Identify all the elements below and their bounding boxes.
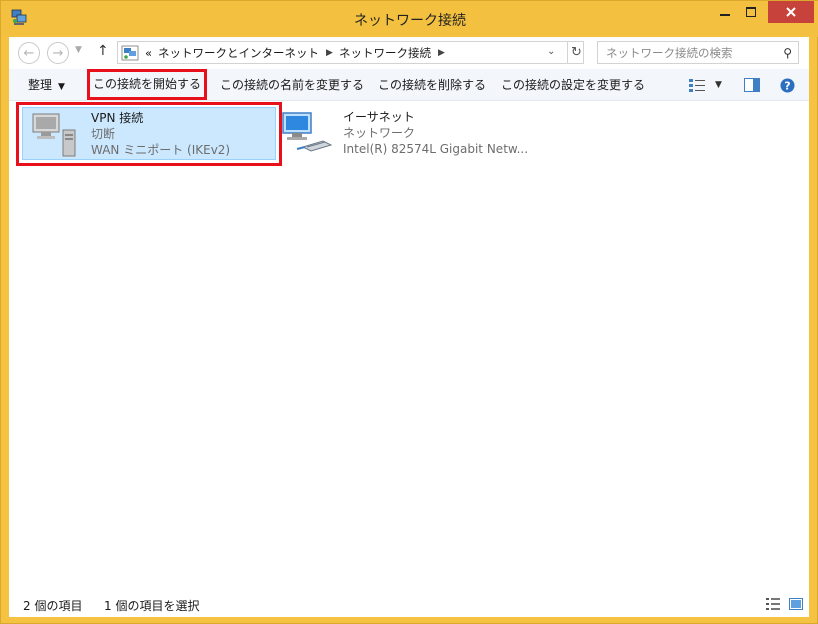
connection-status: 切断 [91,127,116,141]
back-button[interactable]: ← [18,42,40,64]
breadcrumb-network-internet[interactable]: ネットワークとインターネット [158,45,319,61]
help-icon: ? [780,78,795,92]
details-view-icon [766,598,780,610]
item-count: 2 個の項目 [23,599,83,613]
refresh-button[interactable]: ↻ [567,42,585,63]
up-arrow-icon: ↑ [97,43,109,59]
connection-device: WAN ミニポート (IKEv2) [91,143,231,157]
connection-tile-vpn[interactable]: VPN 接続 切断 WAN ミニポート (IKEv2) [22,107,276,160]
change-settings-label: この接続の設定を変更する [501,78,646,92]
up-button[interactable]: ↑ [97,43,109,59]
close-icon [786,7,796,17]
rename-connection-label: この接続の名前を変更する [220,78,365,92]
details-view-icon [689,79,705,92]
status-bar: 2 個の項目 1 個の項目を選択 [9,593,809,617]
chevron-down-icon: ▼ [75,45,82,55]
maximize-icon [746,7,756,17]
start-connection-label: この接続を開始する [93,77,202,91]
caret-down-icon: ▼ [715,80,722,90]
organize-label: 整理 [28,78,53,92]
caret-down-icon: ▼ [58,82,65,92]
command-bar: 整理 ▼ この接続を開始する この接続の名前を変更する この接続を削除する この接… [9,69,809,101]
address-history-dropdown[interactable]: ⌄ [547,46,555,57]
forward-button[interactable]: → [47,42,69,64]
chevron-down-icon: ⌄ [547,46,556,57]
large-icons-view-toggle[interactable] [789,598,803,613]
svg-text:?: ? [784,79,790,92]
large-icons-view-icon [789,598,803,610]
connection-status: ネットワーク [343,126,416,140]
connection-name: イーサネット [343,110,415,124]
preview-pane-icon [744,78,760,92]
selected-count: 1 個の項目を選択 [104,599,200,613]
change-view-button[interactable]: ▼ [689,76,722,94]
help-button[interactable]: ? [780,76,795,94]
delete-connection-label: この接続を削除する [378,78,487,92]
breadcrumb-chevron-icon[interactable]: ▶ [438,48,445,58]
minimize-button[interactable] [712,1,738,23]
start-connection-button[interactable]: この接続を開始する [87,69,208,100]
connection-name: VPN 接続 [91,111,144,125]
title-bar[interactable]: ネットワーク接続 [1,1,818,37]
change-settings-button[interactable]: この接続の設定を変更する [501,69,645,101]
details-view-toggle[interactable] [766,598,780,613]
forward-arrow-icon: → [52,45,64,61]
search-icon[interactable]: ⚲ [783,46,792,60]
address-row: ← → ▼ ↑ « ネットワークとインターネット ▶ ネットワーク接続 ▶ ⌄ … [9,37,809,69]
refresh-icon: ↻ [571,45,582,60]
recent-locations-dropdown[interactable]: ▼ [75,45,82,55]
rename-connection-button[interactable]: この接続の名前を変更する [220,69,364,101]
breadcrumb-network-connections[interactable]: ネットワーク接続 [339,45,431,61]
breadcrumb-chevron-icon[interactable]: ▶ [326,48,333,58]
delete-connection-button[interactable]: この接続を削除する [378,69,486,101]
preview-pane-button[interactable] [744,76,760,94]
connection-device: Intel(R) 82574L Gigabit Netw... [343,142,529,156]
connection-tile-ethernet[interactable]: イーサネット ネットワーク Intel(R) 82574L Gigabit Ne… [279,107,559,160]
search-input[interactable]: ネットワーク接続の検索 ⚲ [597,41,799,64]
close-button[interactable] [768,1,814,23]
back-arrow-icon: ← [23,45,35,61]
window-title: ネットワーク接続 [354,13,466,29]
maximize-button[interactable] [738,1,764,23]
explorer-window: ネットワーク接続 ← → ▼ ↑ « ネットワークとインターネット ▶ ネットワ… [0,0,818,624]
vpn-connection-icon [32,113,76,157]
organize-menu-button[interactable]: 整理 ▼ [28,69,65,101]
minimize-icon [720,14,730,16]
breadcrumb-overflow[interactable]: « [145,46,152,60]
search-placeholder: ネットワーク接続の検索 [606,45,733,60]
address-bar[interactable]: « ネットワークとインターネット ▶ ネットワーク接続 ▶ ⌄ ↻ [117,41,584,64]
connections-list: VPN 接続 切断 WAN ミニポート (IKEv2) イーサネット ネットワー… [9,101,809,589]
client-area: ← → ▼ ↑ « ネットワークとインターネット ▶ ネットワーク接続 ▶ ⌄ … [9,37,809,617]
network-folder-icon [121,45,139,60]
ethernet-connection-icon [282,112,333,152]
